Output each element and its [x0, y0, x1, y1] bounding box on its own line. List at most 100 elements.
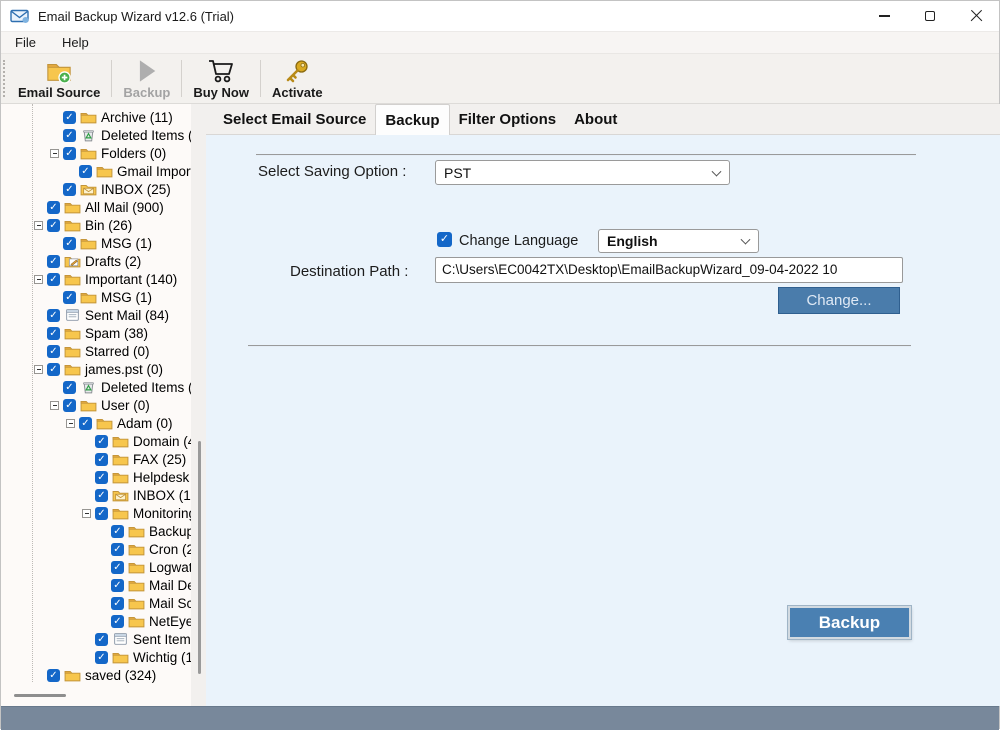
- tree-checkbox[interactable]: ✓: [63, 381, 76, 394]
- toolbar-button-activate[interactable]: Activate: [263, 54, 332, 103]
- tree-item[interactable]: ✓Adam (0): [1, 414, 191, 432]
- tab-about[interactable]: About: [565, 106, 626, 134]
- tree-item[interactable]: ✓Drafts (2): [1, 252, 191, 270]
- tree-item[interactable]: ✓Folders (0): [1, 144, 191, 162]
- tree-checkbox[interactable]: ✓: [47, 345, 60, 358]
- menu-item-help[interactable]: Help: [58, 33, 93, 52]
- tree-item[interactable]: ✓Logwatc: [1, 558, 191, 576]
- folder-add-icon: [45, 57, 73, 84]
- tree-item[interactable]: ✓ Deleted Items (0: [1, 378, 191, 396]
- change-path-button[interactable]: Change...: [778, 287, 900, 314]
- tree-checkbox[interactable]: ✓: [63, 237, 76, 250]
- toolbar-button-label: Buy Now: [193, 85, 249, 100]
- tree-item[interactable]: ✓NetEye (: [1, 612, 191, 630]
- tree-item[interactable]: ✓saved (324): [1, 666, 191, 684]
- tree-collapse-icon[interactable]: [50, 149, 59, 158]
- tree-checkbox[interactable]: ✓: [47, 669, 60, 682]
- tree-checkbox[interactable]: ✓: [79, 165, 92, 178]
- tree-checkbox[interactable]: ✓: [95, 651, 108, 664]
- tree-item[interactable]: ✓Spam (38): [1, 324, 191, 342]
- tree-checkbox[interactable]: ✓: [111, 561, 124, 574]
- tree-checkbox[interactable]: ✓: [95, 633, 108, 646]
- tree-checkbox[interactable]: ✓: [111, 525, 124, 538]
- tree-checkbox[interactable]: ✓: [63, 291, 76, 304]
- language-dropdown[interactable]: English: [598, 229, 759, 253]
- tree-checkbox[interactable]: ✓: [95, 489, 108, 502]
- tab-backup[interactable]: Backup: [375, 104, 449, 135]
- tree-checkbox[interactable]: ✓: [47, 201, 60, 214]
- maximize-button[interactable]: [907, 1, 953, 31]
- tree-item[interactable]: ✓james.pst (0): [1, 360, 191, 378]
- destination-path-input[interactable]: C:\Users\EC0042TX\Desktop\EmailBackupWiz…: [435, 257, 903, 283]
- backup-button[interactable]: Backup: [788, 606, 911, 639]
- tree-item[interactable]: ✓User (0): [1, 396, 191, 414]
- tree-vertical-scrollbar-thumb[interactable]: [198, 441, 201, 674]
- tree-item[interactable]: ✓ INBOX (18): [1, 486, 191, 504]
- tree-item-label: INBOX (18): [133, 488, 191, 503]
- tree-item-label: Deleted Items (0: [101, 380, 191, 395]
- tree-horizontal-scrollbar[interactable]: [14, 694, 66, 697]
- tree-item[interactable]: ✓INBOX (25): [1, 180, 191, 198]
- tree-item[interactable]: ✓Gmail Import i: [1, 162, 191, 180]
- tree-item[interactable]: ✓MSG (1): [1, 288, 191, 306]
- change-language-checkbox[interactable]: ✓: [437, 232, 452, 247]
- tree-item[interactable]: ✓MSG (1): [1, 234, 191, 252]
- tree-item[interactable]: ✓Archive (11): [1, 108, 191, 126]
- minimize-button[interactable]: [861, 1, 907, 31]
- tree-item[interactable]: ✓Deleted Items (0: [1, 126, 191, 144]
- tree-checkbox[interactable]: ✓: [63, 129, 76, 142]
- toolbar-button-email-source[interactable]: Email Source: [9, 54, 109, 103]
- tree-checkbox[interactable]: ✓: [95, 471, 108, 484]
- inbox-icon: [80, 182, 101, 196]
- tree-checkbox[interactable]: ✓: [79, 417, 92, 430]
- tree-collapse-icon[interactable]: [34, 221, 43, 230]
- saving-option-dropdown[interactable]: PST: [435, 160, 730, 185]
- tree-checkbox[interactable]: ✓: [111, 615, 124, 628]
- tree-item[interactable]: ✓ Backup (: [1, 522, 191, 540]
- tree-item[interactable]: ✓All Mail (900): [1, 198, 191, 216]
- tree-checkbox[interactable]: ✓: [111, 579, 124, 592]
- tree-item[interactable]: ✓Mail Del: [1, 576, 191, 594]
- tree-checkbox[interactable]: ✓: [47, 219, 60, 232]
- tree-checkbox[interactable]: ✓: [95, 435, 108, 448]
- tree-checkbox[interactable]: ✓: [63, 183, 76, 196]
- tree-collapse-icon[interactable]: [66, 419, 75, 428]
- tree-collapse-icon[interactable]: [82, 509, 91, 518]
- tree-checkbox[interactable]: ✓: [47, 255, 60, 268]
- tree-collapse-icon[interactable]: [34, 365, 43, 374]
- tree-item[interactable]: ✓Domain (4): [1, 432, 191, 450]
- tree-checkbox[interactable]: ✓: [63, 111, 76, 124]
- tree-checkbox[interactable]: ✓: [47, 273, 60, 286]
- tree-item[interactable]: ✓Starred (0): [1, 342, 191, 360]
- tree-item[interactable]: ✓Helpdesk (: [1, 468, 191, 486]
- toolbar-button-buy-now[interactable]: Buy Now: [184, 54, 258, 103]
- tree-checkbox[interactable]: ✓: [95, 453, 108, 466]
- tree-checkbox[interactable]: ✓: [47, 363, 60, 376]
- tab-filter-options[interactable]: Filter Options: [450, 106, 566, 134]
- menu-bar: File Help: [1, 31, 999, 53]
- tree-collapse-icon[interactable]: [34, 275, 43, 284]
- tree-checkbox[interactable]: ✓: [47, 327, 60, 340]
- close-button[interactable]: [953, 1, 999, 31]
- tree-collapse-icon[interactable]: [50, 401, 59, 410]
- separator-bottom: [248, 345, 911, 346]
- menu-item-file[interactable]: File: [11, 33, 40, 52]
- tree-item[interactable]: ✓Bin (26): [1, 216, 191, 234]
- tree-item[interactable]: ✓Mail Sca: [1, 594, 191, 612]
- tree-checkbox[interactable]: ✓: [63, 147, 76, 160]
- tree-checkbox[interactable]: ✓: [95, 507, 108, 520]
- tree-item[interactable]: ✓Important (140): [1, 270, 191, 288]
- tree-item[interactable]: ✓Cron (21: [1, 540, 191, 558]
- tree-item[interactable]: ✓Sent Mail (84): [1, 306, 191, 324]
- tree-checkbox[interactable]: ✓: [63, 399, 76, 412]
- tree-item[interactable]: ✓Monitoring: [1, 504, 191, 522]
- tree-item[interactable]: ✓FAX (25): [1, 450, 191, 468]
- tree-checkbox[interactable]: ✓: [111, 543, 124, 556]
- tree-item-label: Backup (: [149, 524, 191, 539]
- tab-select-email-source[interactable]: Select Email Source: [214, 106, 375, 134]
- tree-checkbox[interactable]: ✓: [111, 597, 124, 610]
- tree-checkbox[interactable]: ✓: [47, 309, 60, 322]
- tree-vertical-scrollbar[interactable]: [191, 104, 206, 706]
- tree-item[interactable]: ✓Wichtig (12: [1, 648, 191, 666]
- tree-item[interactable]: ✓Sent Items: [1, 630, 191, 648]
